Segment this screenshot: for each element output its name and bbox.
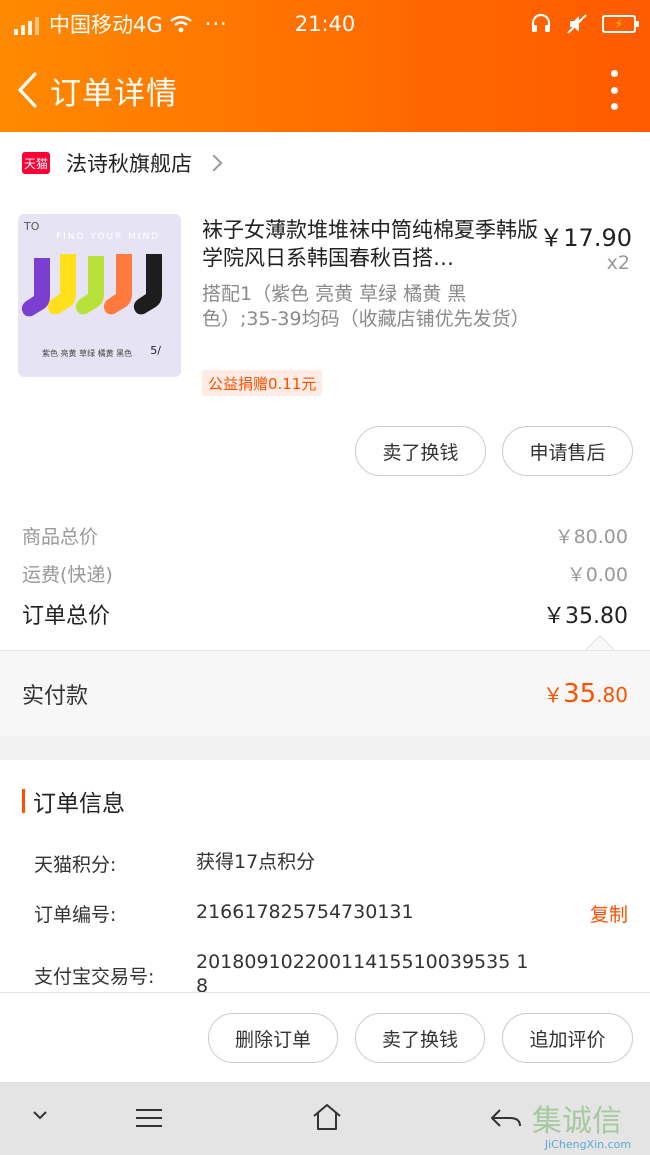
order-number-value: 216617825754730131 (196, 901, 414, 923)
charity-tag: 公益捐赠0.11元 (202, 370, 323, 396)
price-summary: 商品总价 ￥80.00 运费(快递) ￥0.00 订单总价 ￥35.80 (0, 496, 650, 664)
order-info-section: 订单信息 天猫积分: 获得17点积分 订单编号: 216617825754730… (0, 760, 650, 997)
tmall-logo-icon: 天猫 (22, 152, 50, 174)
product-quantity: x2 (606, 252, 630, 274)
chevron-down-icon[interactable] (30, 1108, 50, 1122)
app-header: 中国移动4G ··· 21:40 ⚡ 订单详情 (0, 0, 650, 132)
back-arrow-icon[interactable] (488, 1106, 522, 1130)
shipping-label: 运费(快递) (22, 564, 113, 586)
home-icon[interactable] (311, 1102, 343, 1132)
alipay-trade-label: 支付宝交易号: (34, 966, 155, 988)
product-spec: 搭配1（紫色 亮黄 草绿 橘黄 黑色）;35-39均码（收藏店铺优先发货） (202, 283, 530, 330)
sell-for-cash-footer-button[interactable]: 卖了换钱 (355, 1013, 485, 1063)
sell-for-cash-button[interactable]: 卖了换钱 (355, 426, 486, 476)
order-total-label: 订单总价 (22, 604, 111, 629)
points-value: 获得17点积分 (196, 851, 316, 873)
section-accent-bar (22, 789, 25, 813)
signal-icon (14, 13, 39, 35)
add-review-button[interactable]: 追加评价 (502, 1013, 633, 1063)
paid-amount-row: 实付款 ￥35.80 (0, 650, 650, 736)
store-row[interactable]: 天猫 法诗秋旗舰店 (0, 132, 650, 194)
product-item: TO FIND YOUR MIND 紫色 亮黄 草绿 橘黄 黑色 5/ 袜子女薄… (0, 194, 650, 496)
product-title[interactable]: 袜子女薄款堆堆袜中筒纯棉夏季韩版学院风日系韩国春秋百搭… (202, 216, 538, 272)
after-sale-button[interactable]: 申请售后 (502, 426, 633, 476)
product-price: ￥17.90 (539, 224, 632, 252)
more-menu-button[interactable] (608, 70, 620, 110)
paid-label: 实付款 (22, 683, 89, 709)
chevron-left-icon (18, 72, 37, 108)
goods-total-value: ￥80.00 (554, 526, 628, 548)
order-number-label: 订单编号: (34, 904, 117, 926)
watermark-url: JiChengXin.com (544, 1138, 632, 1151)
watermark-text: 集诚信 (532, 1104, 622, 1139)
system-nav-bar: 集诚信 JiChengXin.com (0, 1082, 650, 1155)
thumbnail-colors: 紫色 亮黄 草绿 橘黄 黑色 (42, 349, 133, 358)
watermark-logo: 集诚信 JiChengXin.com (532, 1096, 644, 1151)
paid-decimal: .80 (596, 682, 628, 707)
product-thumbnail[interactable]: TO FIND YOUR MIND 紫色 亮黄 草绿 橘黄 黑色 5/ (18, 214, 181, 377)
shipping-value: ￥0.00 (566, 564, 628, 586)
copy-button[interactable]: 复制 (590, 900, 628, 927)
back-button[interactable] (6, 60, 50, 120)
wifi-icon (169, 15, 192, 33)
battery-icon: ⚡ (602, 15, 639, 33)
page-title: 订单详情 (50, 75, 178, 112)
chevron-right-icon (205, 154, 223, 172)
store-name: 法诗秋旗舰店 (66, 152, 192, 176)
goods-total-label: 商品总价 (22, 526, 99, 548)
order-info-title: 订单信息 (33, 791, 125, 817)
headset-icon (531, 13, 551, 32)
order-total-value: ￥35.80 (543, 604, 628, 629)
thumbnail-count: 5/ (150, 344, 161, 357)
mute-icon (567, 14, 587, 34)
carrier-label: 中国移动4G (49, 13, 163, 37)
more-status-dots: ··· (204, 12, 228, 36)
paid-currency: ￥ (543, 682, 564, 707)
points-label: 天猫积分: (34, 854, 117, 876)
alipay-trade-value: 20180910220011415510039535 18 (196, 951, 529, 997)
nav-bar: 订单详情 (0, 48, 650, 132)
paid-integer: 35 (563, 678, 597, 709)
bottom-action-bar: 删除订单 卖了换钱 追加评价 (0, 992, 650, 1082)
paid-amount: ￥35.80 (543, 679, 628, 709)
status-bar: 中国移动4G ··· 21:40 ⚡ (0, 0, 650, 48)
menu-icon[interactable] (134, 1106, 164, 1130)
delete-order-button[interactable]: 删除订单 (208, 1013, 338, 1063)
